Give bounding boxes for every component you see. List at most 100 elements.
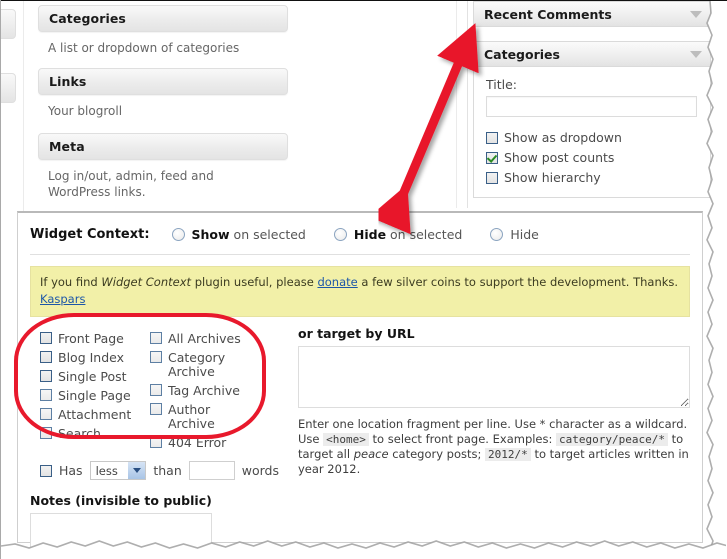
condition-author-archive[interactable]: Author Archive — [150, 403, 260, 431]
conditions-column-left: Front Page Blog Index Single Post Single… — [40, 332, 150, 455]
author-link[interactable]: Kaspars — [40, 292, 85, 306]
widget-header-categories[interactable]: Categories — [38, 5, 288, 32]
condition-single-page[interactable]: Single Page — [40, 389, 150, 403]
radio-option-hide-on-selected[interactable]: Hide on selected — [333, 227, 463, 242]
condition-blog-index[interactable]: Blog Index — [40, 351, 150, 365]
widget-settings-categories: Title: Show as dropdown Show post counts… — [473, 67, 711, 198]
notes-textarea[interactable] — [30, 513, 212, 558]
radio-icon-show-on-selected[interactable] — [171, 228, 185, 241]
chevron-down-icon[interactable] — [690, 10, 702, 18]
donate-link[interactable]: donate — [317, 275, 357, 289]
radio-icon-hide[interactable] — [490, 228, 504, 241]
widget-header-meta[interactable]: Meta — [38, 133, 288, 160]
widget-title: Categories — [49, 11, 126, 26]
radio-label-rest: on selected — [386, 227, 463, 242]
condition-category-archive[interactable]: Category Archive — [150, 351, 260, 379]
word-count-label: Has — [59, 463, 83, 478]
widget-card-categories[interactable]: Categories A list or dropdown of categor… — [38, 5, 288, 56]
condition-label: Attachment — [58, 407, 132, 422]
url-target-help-text: Enter one location fragment per line. Us… — [298, 417, 690, 477]
option-show-post-counts[interactable]: Show post counts — [486, 150, 698, 165]
checkbox-show-post-counts[interactable] — [486, 151, 498, 164]
widget-context-panel: Widget Context: Show on selected Hide on… — [17, 211, 703, 558]
notes-heading: Notes (invisible to public) — [30, 493, 212, 508]
screenshot-root: Categories A list or dropdown of categor… — [0, 0, 727, 559]
help-code-year: 2012/* — [485, 448, 531, 461]
help-italic-peace: peace — [353, 447, 389, 461]
checkbox-all-archives[interactable] — [150, 332, 162, 344]
help-text-2: to select front page. Examples: — [368, 432, 557, 446]
option-label: Show as dropdown — [504, 130, 622, 145]
condition-404-error[interactable]: 404 Error — [150, 436, 260, 450]
chevron-down-icon[interactable] — [690, 50, 702, 58]
checkbox-front-page[interactable] — [40, 332, 52, 344]
word-count-number-input[interactable] — [188, 461, 235, 480]
url-target-textarea[interactable] — [298, 346, 690, 408]
widget-card-links[interactable]: Links Your blogroll — [38, 68, 288, 119]
checkbox-show-as-dropdown[interactable] — [486, 131, 498, 144]
widget-context-heading: Widget Context: — [30, 227, 150, 242]
condition-label: Front Page — [58, 331, 124, 346]
checkbox-attachment[interactable] — [40, 408, 52, 420]
widget-header-links[interactable]: Links — [38, 68, 288, 95]
condition-label: Category Archive — [168, 350, 226, 379]
widget-title: Links — [49, 74, 87, 89]
widget-description: Your blogroll — [48, 104, 123, 118]
column-divider-left — [23, 1, 24, 211]
condition-front-page[interactable]: Front Page — [40, 332, 150, 346]
checkbox-show-hierarchy[interactable] — [486, 171, 498, 184]
widget-stub-2[interactable] — [1, 73, 16, 103]
condition-tag-archive[interactable]: Tag Archive — [150, 384, 260, 398]
condition-search[interactable]: Search — [40, 427, 150, 441]
help-text-4: category posts; — [388, 447, 486, 461]
checkbox-has-word-count[interactable] — [40, 464, 52, 477]
chevron-down-icon[interactable] — [128, 462, 146, 479]
condition-label: Single Post — [58, 369, 127, 384]
option-show-as-dropdown[interactable]: Show as dropdown — [486, 130, 698, 145]
checkbox-category-archive[interactable] — [150, 351, 162, 363]
radio-option-show-on-selected[interactable]: Show on selected — [171, 227, 306, 242]
radio-label-rest: on selected — [229, 227, 306, 242]
widget-card-meta[interactable]: Meta Log in/out, admin, feed and WordPre… — [38, 133, 288, 200]
condition-all-archives[interactable]: All Archives — [150, 332, 260, 346]
widget-header-categories-active[interactable]: Categories — [473, 41, 711, 67]
radio-option-hide[interactable]: Hide — [490, 227, 539, 242]
condition-label: Blog Index — [58, 350, 125, 365]
notice-text-2: plugin useful, please — [191, 275, 318, 289]
help-code-category: category/peace/* — [556, 433, 668, 446]
divider — [30, 254, 690, 255]
conditions-and-url-columns: Front Page Blog Index Single Post Single… — [18, 326, 702, 480]
available-widgets-column: Categories A list or dropdown of categor… — [38, 5, 288, 209]
widget-description: A list or dropdown of categories — [48, 41, 240, 55]
condition-label: Single Page — [58, 388, 131, 403]
widget-title-input[interactable] — [486, 96, 697, 117]
condition-label: All Archives — [168, 331, 241, 346]
checkbox-search[interactable] — [40, 427, 52, 439]
widget-header-recent-comments[interactable]: Recent Comments — [473, 1, 711, 27]
conditions-column: Front Page Blog Index Single Post Single… — [30, 326, 286, 480]
checkbox-404-error[interactable] — [150, 436, 162, 448]
option-label: Show post counts — [504, 150, 615, 165]
widget-stub-1[interactable] — [1, 9, 16, 39]
checkbox-author-archive[interactable] — [150, 403, 162, 415]
notice-text-1: If you find — [40, 275, 102, 289]
help-code-home: <home> — [323, 433, 369, 446]
widget-title: Categories — [484, 46, 560, 62]
url-target-heading: or target by URL — [298, 326, 415, 341]
condition-label: Tag Archive — [168, 383, 240, 398]
word-count-comparison-select[interactable]: less — [89, 461, 147, 480]
radio-label-strong: Hide — [353, 227, 387, 242]
column-divider-right — [467, 1, 468, 208]
condition-attachment[interactable]: Attachment — [40, 408, 150, 422]
radio-icon-hide-on-selected[interactable] — [333, 228, 347, 241]
checkbox-single-post[interactable] — [40, 370, 52, 382]
checkbox-tag-archive[interactable] — [150, 384, 162, 396]
page-body: Categories A list or dropdown of categor… — [1, 1, 726, 558]
word-count-condition-row: Has less than words — [30, 455, 286, 480]
checkbox-blog-index[interactable] — [40, 351, 52, 363]
option-show-hierarchy[interactable]: Show hierarchy — [486, 170, 698, 185]
checkbox-single-page[interactable] — [40, 389, 52, 401]
title-field-label: Title: — [486, 77, 517, 92]
condition-label: Search — [58, 426, 101, 441]
condition-single-post[interactable]: Single Post — [40, 370, 150, 384]
